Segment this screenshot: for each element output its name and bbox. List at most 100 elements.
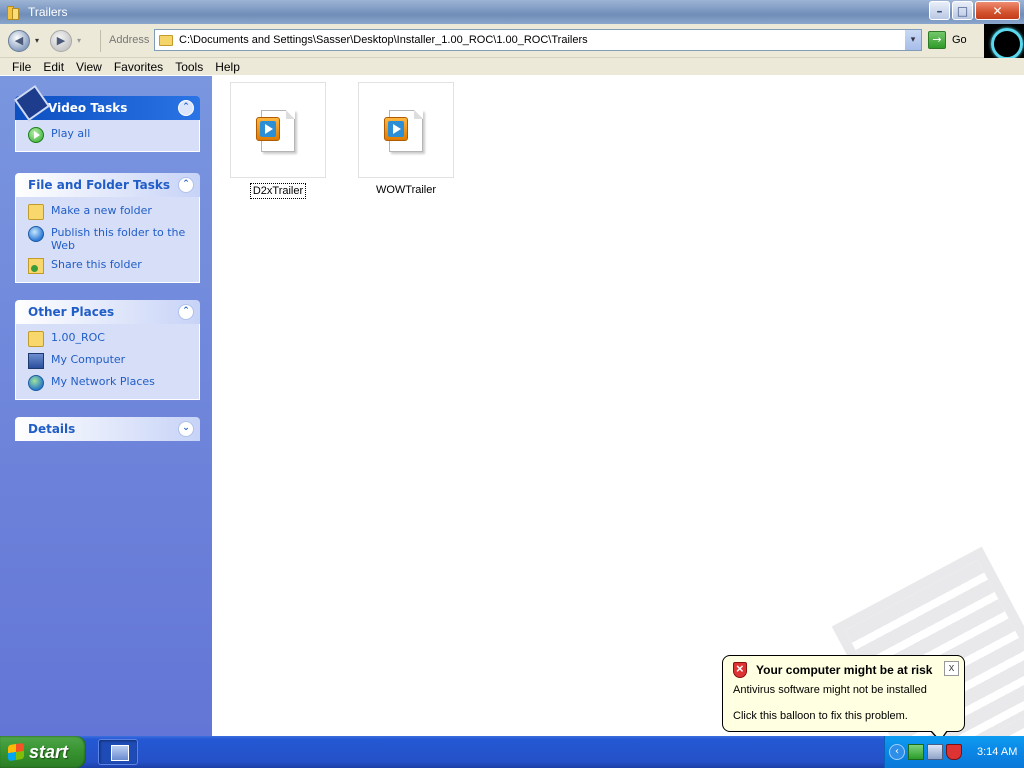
start-button[interactable]: start xyxy=(0,736,86,768)
start-label: start xyxy=(29,741,69,762)
folder-icon xyxy=(6,5,20,20)
file-view[interactable]: D2xTrailer WOWTrailer xyxy=(212,76,1024,736)
balloon-instruction: Click this balloon to fix this problem. xyxy=(733,710,908,722)
panel-title: Details xyxy=(28,422,76,436)
menu-help[interactable]: Help xyxy=(209,58,246,75)
go-button[interactable]: → Go xyxy=(928,31,967,49)
address-dropdown-icon[interactable]: ▾ xyxy=(904,30,921,50)
forward-dropdown-icon[interactable]: ▾ xyxy=(77,36,81,45)
panel-title: Video Tasks xyxy=(48,101,128,115)
place-my-network-places[interactable]: My Network Places xyxy=(28,375,189,391)
maximize-button[interactable]: □ xyxy=(952,1,973,20)
other-places-panel: Other Places ⌃ 1.00_ROC My Computer My N… xyxy=(15,300,200,400)
file-name[interactable]: WOWTrailer xyxy=(374,183,438,197)
network-connection-icon[interactable] xyxy=(908,744,924,760)
task-play-all[interactable]: Play all xyxy=(28,127,189,143)
toolbar-separator xyxy=(100,30,101,52)
expand-chevron-icon[interactable]: ⌄ xyxy=(178,421,194,437)
windows-logo-icon xyxy=(8,742,24,762)
address-toolbar: ◀ ▾ ▶ ▾ Address C:\Documents and Setting… xyxy=(0,24,1024,60)
task-publish-folder[interactable]: Publish this folder to the Web xyxy=(28,226,189,252)
taskbar-window-button[interactable] xyxy=(98,739,138,765)
menu-view[interactable]: View xyxy=(70,58,108,75)
windows-throbber-icon xyxy=(984,24,1024,60)
menu-tools[interactable]: Tools xyxy=(169,58,209,75)
place-my-computer[interactable]: My Computer xyxy=(28,353,189,369)
menu-favorites[interactable]: Favorites xyxy=(108,58,169,75)
video-tasks-body: Play all xyxy=(15,120,200,152)
new-folder-icon xyxy=(28,204,44,220)
video-tasks-panel: Video Tasks ⌃ Play all xyxy=(13,84,200,152)
share-icon xyxy=(28,258,44,274)
file-folder-tasks-header[interactable]: File and Folder Tasks ⌃ xyxy=(15,173,200,197)
balloon-close-button[interactable]: x xyxy=(944,661,959,676)
folder-icon xyxy=(159,34,173,46)
file-item[interactable]: D2xTrailer xyxy=(230,82,326,199)
window-controls: – □ ✕ xyxy=(929,1,1020,20)
task-pane: Video Tasks ⌃ Play all File and Folder T… xyxy=(0,76,212,736)
system-tray: ‹ 3:14 AM xyxy=(884,736,1024,768)
collapse-chevron-icon[interactable]: ⌃ xyxy=(178,100,194,116)
balloon-title: Your computer might be at risk xyxy=(756,663,933,677)
place-label[interactable]: My Computer xyxy=(51,353,125,366)
details-panel: Details ⌄ xyxy=(15,417,200,441)
collapse-chevron-icon[interactable]: ⌃ xyxy=(178,177,194,193)
video-file-icon xyxy=(256,110,295,152)
address-label: Address xyxy=(109,34,150,46)
close-button[interactable]: ✕ xyxy=(975,1,1020,20)
task-label[interactable]: Play all xyxy=(51,127,90,140)
file-name[interactable]: D2xTrailer xyxy=(249,183,307,199)
video-file-icon xyxy=(384,110,423,152)
go-arrow-icon: → xyxy=(928,31,946,49)
folder-icon xyxy=(28,331,44,347)
media-player-icon xyxy=(384,117,408,141)
back-dropdown-icon[interactable]: ▾ xyxy=(35,36,39,45)
file-item[interactable]: WOWTrailer xyxy=(358,82,454,197)
task-share-folder[interactable]: Share this folder xyxy=(28,258,189,274)
security-balloon[interactable]: Your computer might be at risk Antivirus… xyxy=(722,655,965,742)
network-icon xyxy=(28,375,44,391)
security-shield-icon xyxy=(733,661,747,678)
menu-file[interactable]: File xyxy=(6,58,37,75)
forward-button[interactable]: ▶ xyxy=(50,30,72,52)
title-bar[interactable]: Trailers – □ ✕ xyxy=(0,0,1024,24)
collapse-chevron-icon[interactable]: ⌃ xyxy=(178,304,194,320)
file-folder-tasks-body: Make a new folder Publish this folder to… xyxy=(15,197,200,283)
security-alert-icon[interactable] xyxy=(946,744,962,760)
forward-arrow-icon: ▶ xyxy=(56,34,66,47)
details-header[interactable]: Details ⌄ xyxy=(15,417,200,441)
task-label[interactable]: Make a new folder xyxy=(51,204,152,217)
task-label[interactable]: Publish this folder to the Web xyxy=(51,226,189,252)
back-arrow-icon: ◀ xyxy=(14,34,24,47)
go-label: Go xyxy=(952,34,967,46)
close-icon: ✕ xyxy=(992,4,1003,18)
tray-expand-icon[interactable]: ‹ xyxy=(889,744,905,760)
balloon-title-row: Your computer might be at risk xyxy=(733,661,954,678)
back-button[interactable]: ◀ xyxy=(8,30,30,52)
menu-edit[interactable]: Edit xyxy=(37,58,70,75)
file-thumbnail[interactable] xyxy=(230,82,326,178)
file-folder-tasks-panel: File and Folder Tasks ⌃ Make a new folde… xyxy=(15,173,200,283)
address-input[interactable]: C:\Documents and Settings\Sasser\Desktop… xyxy=(154,29,922,51)
computer-icon xyxy=(28,353,44,369)
minimize-button[interactable]: – xyxy=(929,1,950,20)
film-icon xyxy=(13,84,51,122)
menu-bar: File Edit View Favorites Tools Help xyxy=(0,58,1024,76)
task-label[interactable]: Share this folder xyxy=(51,258,142,271)
clock[interactable]: 3:14 AM xyxy=(977,746,1017,758)
balloon-message: Antivirus software might not be installe… xyxy=(733,684,927,696)
other-places-body: 1.00_ROC My Computer My Network Places xyxy=(15,324,200,400)
address-path[interactable]: C:\Documents and Settings\Sasser\Desktop… xyxy=(179,34,588,46)
file-thumbnail[interactable] xyxy=(358,82,454,178)
play-icon xyxy=(28,127,44,143)
window-title: Trailers xyxy=(28,5,68,19)
video-tasks-header[interactable]: Video Tasks ⌃ xyxy=(13,84,200,122)
place-1-00-roc[interactable]: 1.00_ROC xyxy=(28,331,189,347)
other-places-header[interactable]: Other Places ⌃ xyxy=(15,300,200,324)
globe-icon xyxy=(28,226,44,242)
task-make-new-folder[interactable]: Make a new folder xyxy=(28,204,189,220)
monitor-icon[interactable] xyxy=(927,744,943,760)
minimize-icon: – xyxy=(936,4,943,18)
place-label[interactable]: My Network Places xyxy=(51,375,155,388)
place-label[interactable]: 1.00_ROC xyxy=(51,331,105,344)
